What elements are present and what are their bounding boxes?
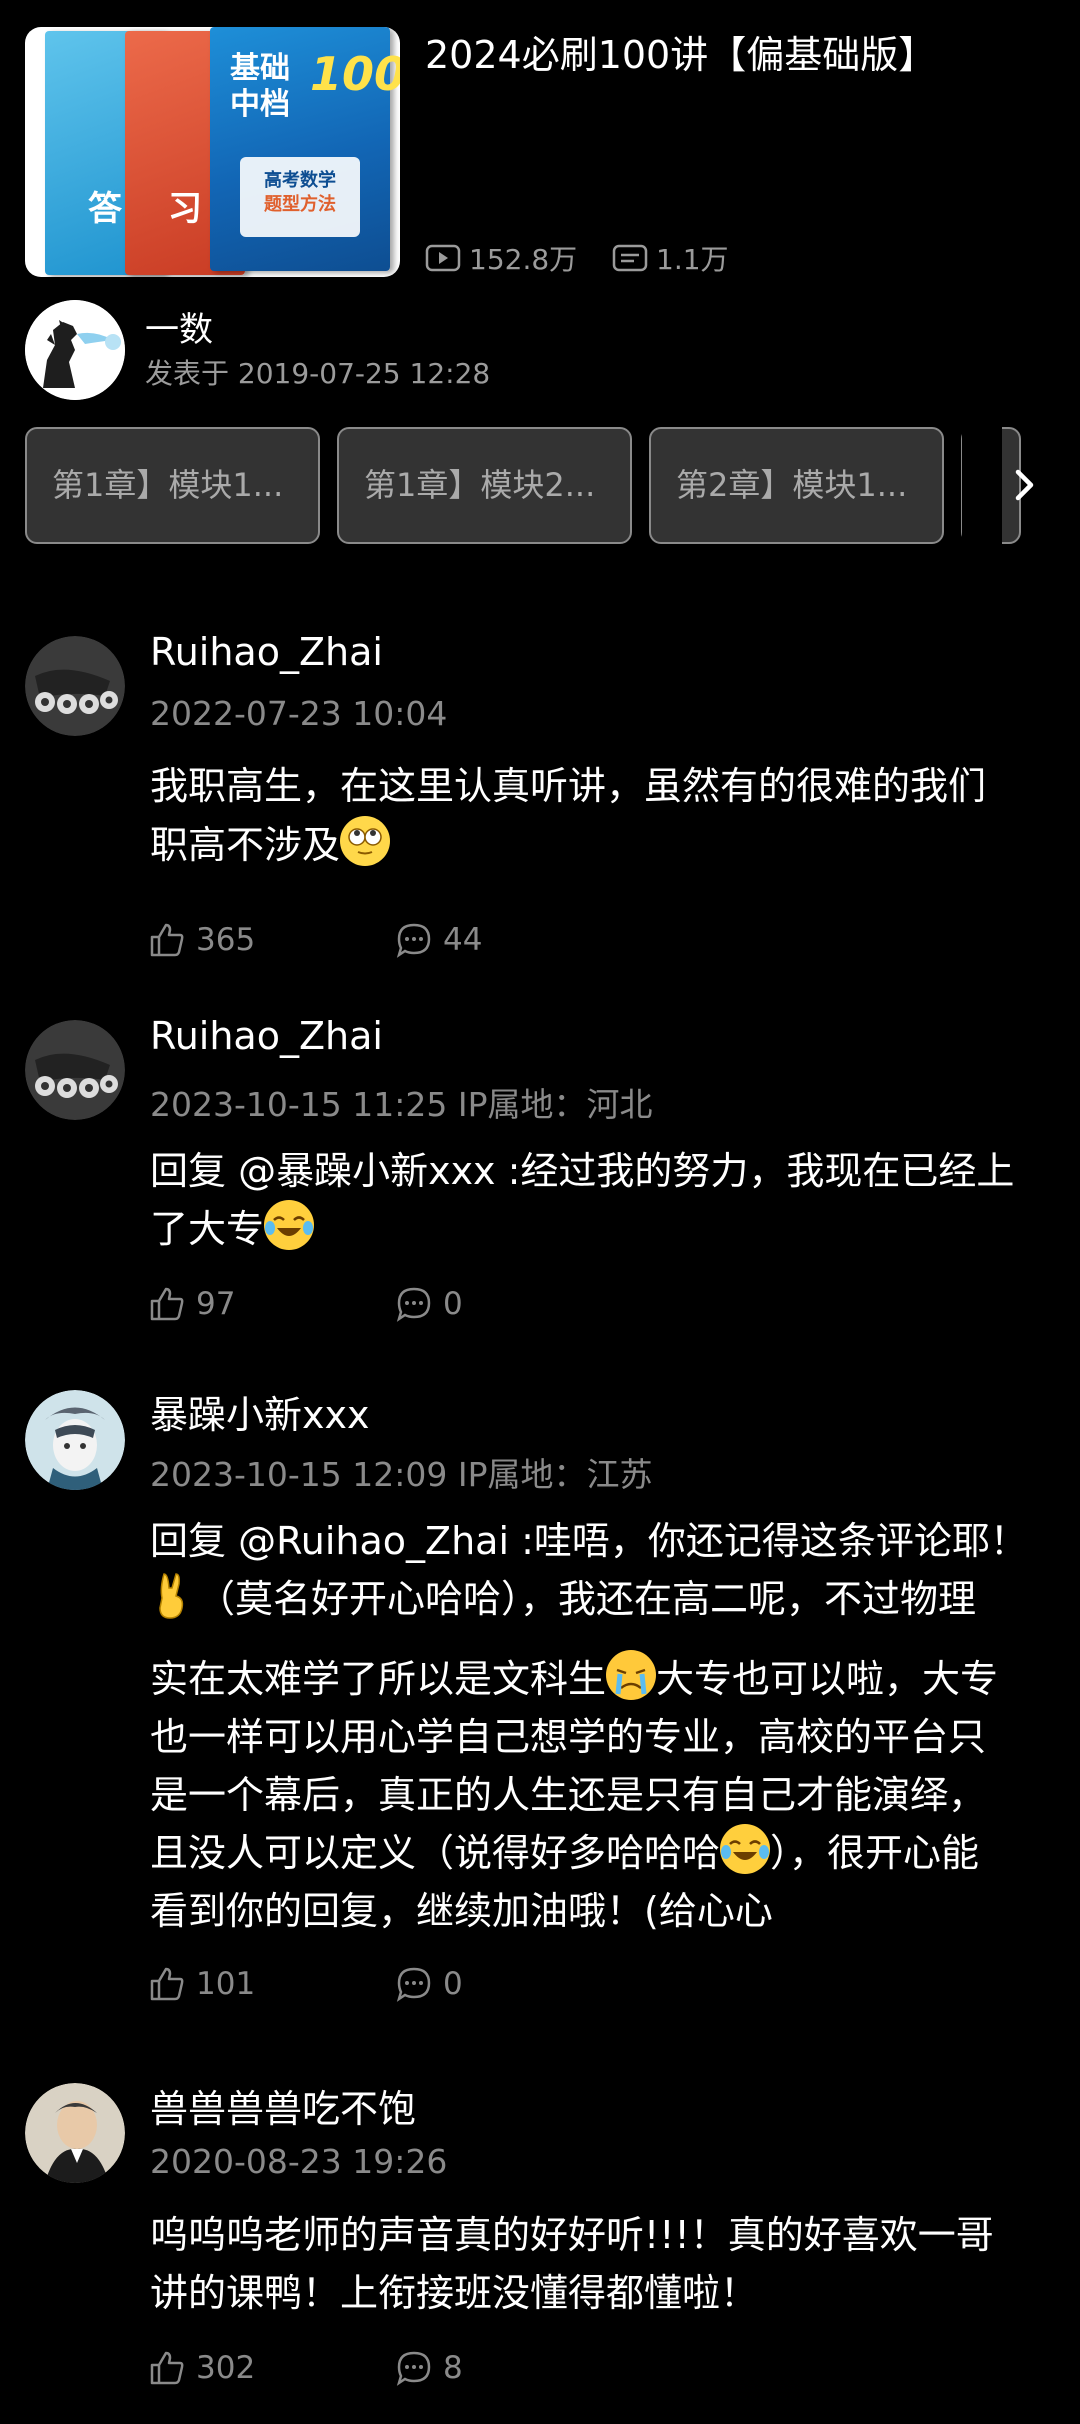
chapter-tab-1[interactable]: 第1章】模块1... (25, 427, 320, 544)
book-cover-3: 基础 中档 100 高考数学 题型方法 (210, 27, 400, 271)
publish-time: 发表于 2019-07-25 12:28 (145, 357, 491, 390)
comment-avatar[interactable] (25, 636, 125, 736)
play-count-icon (425, 244, 461, 272)
book-cover-badge: 高考数学 题型方法 (240, 157, 360, 237)
reply-button[interactable]: 8 (395, 2349, 463, 2387)
comment-bubble-icon (396, 1287, 431, 1322)
comment-text: 回复 @Ruihao_Zhai :哇唔，你还记得这条评论耶！ （莫名好开心哈哈）… (150, 1512, 1055, 1940)
comment-username[interactable]: 兽兽兽兽吃不饱 (150, 2078, 416, 2133)
comment-text-line: 且没人可以定义（说得好多哈哈哈 (150, 1831, 721, 1875)
comment-text-line: 看到你的回复，继续加油哦！(给心心 (150, 1889, 773, 1933)
reply-button[interactable]: 0 (395, 1285, 463, 1323)
view-count-value: 152.8万 (469, 243, 578, 276)
comment-avatar[interactable] (25, 1020, 125, 1120)
danmaku-icon (612, 244, 648, 272)
portrait-avatar-icon (25, 2083, 125, 2183)
reply-count: 0 (443, 1966, 463, 2002)
comment-text-line: 实在太难学了所以是文科生 (150, 1657, 607, 1701)
like-count: 97 (196, 1286, 236, 1322)
video-cover[interactable]: 答 习 基础 中档 100 高考数学 题型方法 (25, 27, 400, 277)
book-cover-badge-line2: 题型方法 (264, 194, 336, 215)
comment-meta: 2022-07-23 10:04 (150, 694, 448, 733)
comment-text: 呜呜呜老师的声音真的好好听!!!！真的好喜欢一哥 讲的课鸭！上衔接班没懂得都懂啦… (150, 2206, 1055, 2322)
comment-text-line: 也一样可以用心学自己想学的专业，高校的平台只 (150, 1715, 987, 1759)
comment-meta: 2023-10-15 11:25 IP属地：河北 (150, 1085, 653, 1124)
thumbs-up-icon (150, 923, 184, 957)
video-title[interactable]: 2024必刷100讲【偏基础版】 (425, 30, 936, 80)
uploader-name[interactable]: 一数 (145, 302, 213, 351)
like-button[interactable]: 365 (148, 921, 255, 959)
reply-count: 8 (443, 2350, 463, 2386)
comment-avatar[interactable] (25, 2083, 125, 2183)
comment-username[interactable]: 暴躁小新xxx (150, 1384, 369, 1439)
book-cover-number: 100 (310, 47, 400, 101)
skate-avatar-icon (25, 636, 125, 736)
like-button[interactable]: 97 (148, 1285, 235, 1323)
comment-bubble-icon (396, 2351, 431, 2386)
danmaku-count: 1.1万 (612, 238, 729, 278)
reply-count: 44 (443, 922, 483, 958)
book-cover-title: 基础 中档 (230, 51, 290, 123)
comment-bubble-icon (396, 1967, 431, 2002)
chevron-right-icon[interactable] (1002, 462, 1048, 508)
comment-text-line: 了大专 (150, 1207, 265, 1251)
victory-hand-emoji-icon (147, 1570, 197, 1620)
thumbs-up-icon (150, 2351, 184, 2385)
comment-text: 回复 @暴躁小新xxx :经过我的努力，我现在已经上 了大专 (150, 1142, 1055, 1258)
tears-of-joy-emoji-icon (720, 1824, 771, 1874)
comment-text-line: ），很开心能 (770, 1831, 980, 1875)
comment-text-line: 是一个幕后，真正的人生还是只有自己才能演绎， (150, 1773, 987, 1817)
comment-meta: 2023-10-15 12:09 IP属地：江苏 (150, 1455, 653, 1494)
reply-button[interactable]: 44 (395, 921, 482, 959)
comment-text-line: 回复 @暴躁小新xxx :经过我的努力，我现在已经上 (150, 1149, 1015, 1193)
like-button[interactable]: 101 (148, 1965, 255, 2003)
thumbs-up-icon (150, 1967, 184, 2001)
book-cover-title-line2: 中档 (230, 87, 290, 122)
comment-text-line: 讲的课鸭！上衔接班没懂得都懂啦！ (150, 2271, 759, 2315)
tab-fade (962, 427, 1002, 544)
like-count: 101 (196, 1966, 256, 2002)
reply-button[interactable]: 0 (395, 1965, 463, 2003)
comment-text-line: 回复 @Ruihao_Zhai :哇唔，你还记得这条评论耶！ (150, 1519, 1028, 1563)
comment-text-line: （莫名好开心哈哈），我还在高二呢，不过物理 (197, 1577, 977, 1621)
comment-text-line: 呜呜呜老师的声音真的好好听!!!！真的好喜欢一哥 (150, 2213, 994, 2257)
chapter-tab-2[interactable]: 第1章】模块2... (337, 427, 632, 544)
comment-text-line: 职高不涉及 (150, 823, 341, 867)
comment-bubble-icon (396, 923, 431, 958)
tears-of-joy-emoji-icon (264, 1200, 315, 1250)
comment-text-line: 大专也可以啦，大专 (656, 1657, 999, 1701)
comment-avatar[interactable] (25, 1390, 125, 1490)
thumbs-up-icon (150, 1287, 184, 1321)
book-cover-badge-line1: 高考数学 (264, 170, 336, 191)
like-count: 365 (196, 922, 256, 958)
comment-text-line: 我职高生，在这里认真听讲，虽然有的很难的我们 (150, 764, 987, 808)
danmaku-count-value: 1.1万 (656, 243, 729, 276)
book-cover-title-line1: 基础 (230, 51, 290, 86)
reply-count: 0 (443, 1286, 463, 1322)
crying-face-emoji-icon (606, 1650, 657, 1700)
comment-username[interactable]: Ruihao_Zhai (150, 630, 383, 674)
comment-meta: 2020-08-23 19:26 (150, 2142, 448, 2181)
view-count: 152.8万 (425, 238, 577, 278)
anime-avatar-icon (25, 1390, 125, 1490)
rolling-eyes-emoji-icon (340, 816, 391, 866)
skate-avatar-icon (25, 1020, 125, 1120)
chapter-tab-3[interactable]: 第2章】模块1... (649, 427, 944, 544)
like-button[interactable]: 302 (148, 2349, 255, 2387)
comment-text: 我职高生，在这里认真听讲，虽然有的很难的我们 职高不涉及 (150, 757, 1055, 874)
comment-username[interactable]: Ruihao_Zhai (150, 1014, 383, 1058)
uploader-avatar[interactable] (25, 300, 125, 400)
godzilla-avatar-icon (25, 300, 125, 400)
like-count: 302 (196, 2350, 256, 2386)
